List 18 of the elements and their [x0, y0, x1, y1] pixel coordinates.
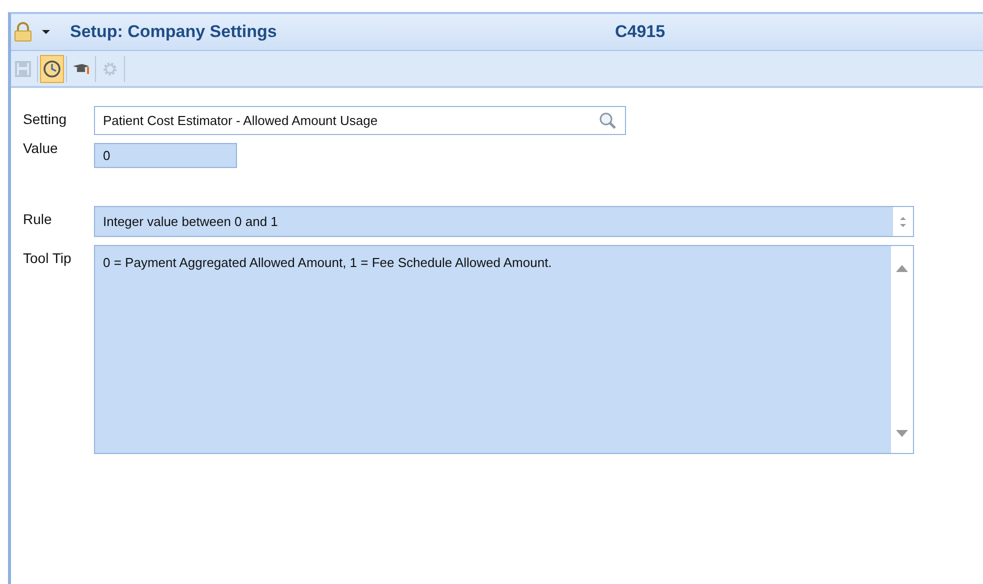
- rule-field[interactable]: Integer value between 0 and 1: [94, 206, 914, 237]
- field-label: Tool Tip: [23, 249, 72, 266]
- scroll-down-icon[interactable]: [896, 430, 908, 438]
- field-label: Value: [23, 139, 59, 156]
- scrollbar[interactable]: [891, 246, 913, 453]
- setting-field[interactable]: Patient Cost Estimator - Allowed Amount Usage: [94, 106, 626, 135]
- field-label: Rule: [23, 210, 53, 227]
- value-field[interactable]: 0: [94, 143, 237, 168]
- lock-icon[interactable]: [13, 22, 33, 42]
- tooltip-field[interactable]: 0 = Payment Aggregated Allowed Amount, 1 = Fee Schedule Allowed Amount.: [94, 245, 914, 454]
- clock-icon[interactable]: [40, 54, 64, 82]
- record-id: C4915: [615, 22, 666, 42]
- window-title: Setup: Company Settings: [70, 22, 278, 42]
- field-label: Setting: [23, 110, 68, 127]
- caret-icon[interactable]: [42, 30, 50, 34]
- spinner[interactable]: [893, 207, 913, 236]
- search-icon[interactable]: [599, 112, 617, 130]
- scroll-up-icon[interactable]: [896, 264, 908, 272]
